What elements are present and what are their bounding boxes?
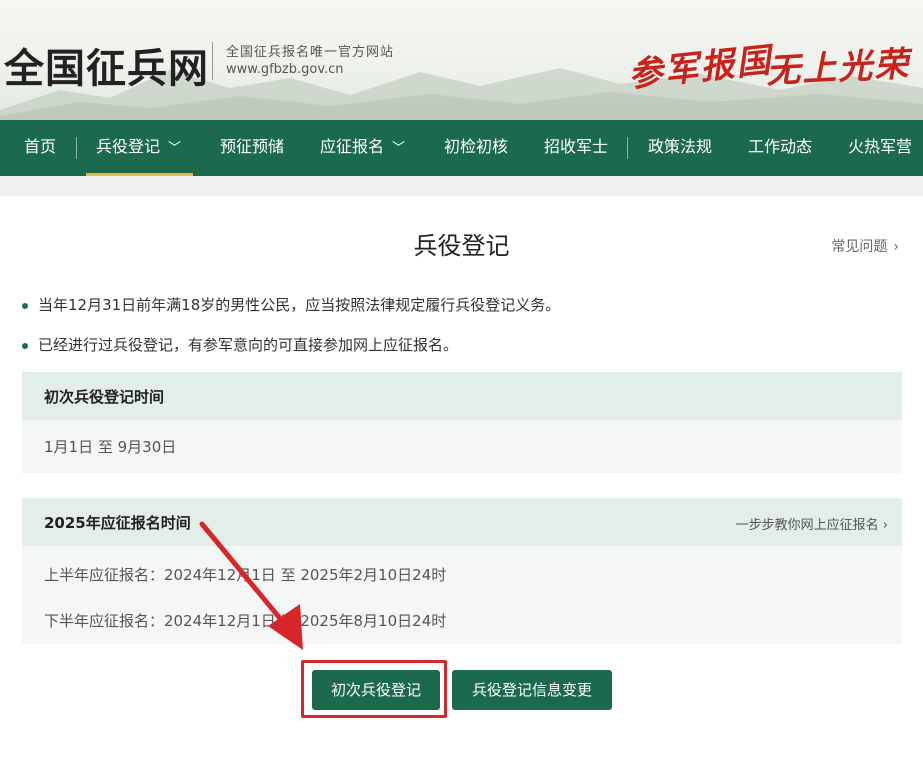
annotation-arrow-icon: [199, 521, 303, 650]
